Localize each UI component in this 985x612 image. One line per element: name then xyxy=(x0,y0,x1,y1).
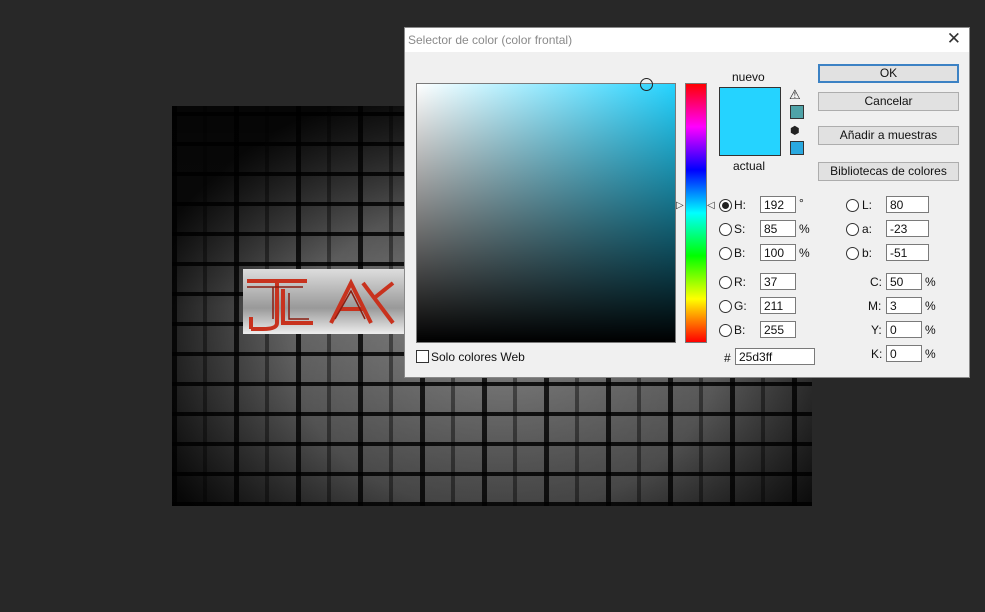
black-field[interactable]: 0 xyxy=(886,345,922,362)
brightness-label: B: xyxy=(734,246,746,260)
brightness-unit: % xyxy=(799,246,810,260)
web-safe-cube-icon: ⬢ xyxy=(790,125,800,137)
ok-button[interactable]: OK xyxy=(818,64,959,83)
new-color-label: nuevo xyxy=(732,70,765,84)
new-color-swatch xyxy=(719,87,781,122)
black-unit: % xyxy=(925,347,936,361)
hue-label: H: xyxy=(734,198,746,212)
saturation-radio[interactable] xyxy=(719,223,732,236)
gamut-warning-swatch[interactable] xyxy=(790,105,804,119)
hex-label: # xyxy=(724,351,731,365)
b-channel-field[interactable]: -51 xyxy=(886,244,929,261)
saturation-brightness-field[interactable] xyxy=(416,78,676,343)
brightness-field[interactable]: 100 xyxy=(760,244,796,261)
hue-field[interactable]: 192 xyxy=(760,196,796,213)
saturation-field[interactable]: 85 xyxy=(760,220,796,237)
magenta-field[interactable]: 3 xyxy=(886,297,922,314)
hex-field[interactable]: 25d3ff xyxy=(735,348,815,365)
yellow-label: Y: xyxy=(871,323,882,337)
red-label: R: xyxy=(734,275,746,289)
web-safe-swatch[interactable] xyxy=(790,141,804,155)
close-icon[interactable]: ✕ xyxy=(947,29,961,49)
red-radio[interactable] xyxy=(719,276,732,289)
blue-label: B: xyxy=(734,323,746,337)
dialog-title: Selector de color (color frontal) xyxy=(408,33,573,47)
cyan-field[interactable]: 50 xyxy=(886,273,922,290)
a-channel-label: a: xyxy=(862,222,873,236)
cyan-unit: % xyxy=(925,275,936,289)
green-radio[interactable] xyxy=(719,300,732,313)
web-colors-only-label: Solo colores Web xyxy=(431,350,525,364)
add-to-swatches-button[interactable]: Añadir a muestras xyxy=(818,126,959,145)
hue-radio[interactable] xyxy=(719,199,732,212)
red-field[interactable]: 37 xyxy=(760,273,796,290)
cancel-button[interactable]: Cancelar xyxy=(818,92,959,111)
logo-layer-image xyxy=(243,269,405,334)
hue-unit: ° xyxy=(799,196,804,210)
b-channel-radio[interactable] xyxy=(846,247,859,260)
hue-slider-right-arrow-icon[interactable]: ◁ xyxy=(707,200,715,211)
magenta-label: M: xyxy=(868,299,882,313)
current-color-swatch[interactable] xyxy=(719,121,781,156)
hue-slider[interactable] xyxy=(685,83,707,343)
current-color-label: actual xyxy=(733,159,766,173)
lightness-field[interactable]: 80 xyxy=(886,196,929,213)
saturation-unit: % xyxy=(799,222,810,236)
lightness-radio[interactable] xyxy=(846,199,859,212)
web-colors-only-checkbox[interactable] xyxy=(416,350,429,363)
lightness-label: L: xyxy=(862,198,873,212)
yellow-unit: % xyxy=(925,323,936,337)
a-channel-field[interactable]: -23 xyxy=(886,220,929,237)
blue-field[interactable]: 255 xyxy=(760,321,796,338)
gamut-warning-icon: ⚠ xyxy=(789,87,801,102)
black-label: K: xyxy=(871,347,883,361)
picker-ring-icon[interactable] xyxy=(640,78,653,91)
cyan-label: C: xyxy=(870,275,882,289)
brightness-radio[interactable] xyxy=(719,247,732,260)
blue-radio[interactable] xyxy=(719,324,732,337)
b-channel-label: b: xyxy=(862,246,873,260)
green-label: G: xyxy=(734,299,747,313)
hue-slider-left-arrow-icon[interactable]: ▷ xyxy=(676,200,684,211)
color-picker-dialog: Selector de color (color frontal) ✕ ▷ ◁ … xyxy=(404,27,970,378)
yellow-field[interactable]: 0 xyxy=(886,321,922,338)
a-channel-radio[interactable] xyxy=(846,223,859,236)
color-libraries-button[interactable]: Bibliotecas de colores xyxy=(818,162,959,181)
magenta-unit: % xyxy=(925,299,936,313)
title-bar: Selector de color (color frontal) ✕ xyxy=(405,28,969,52)
saturation-label: S: xyxy=(734,222,746,236)
green-field[interactable]: 211 xyxy=(760,297,796,314)
